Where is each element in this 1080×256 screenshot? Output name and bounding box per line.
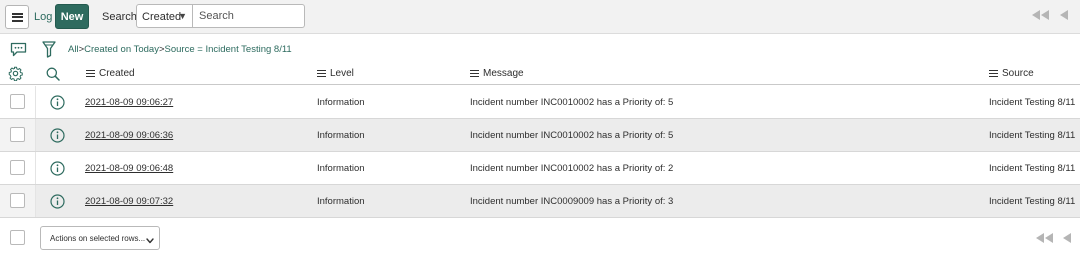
- table-row: 2021-08-09 09:06:27 Information Incident…: [0, 86, 1080, 119]
- filter-icon[interactable]: [42, 41, 56, 61]
- context-menu-button[interactable]: [5, 5, 29, 29]
- hamburger-icon: [11, 12, 23, 22]
- previous-page-icon[interactable]: [1063, 233, 1072, 246]
- new-button[interactable]: New: [55, 4, 89, 29]
- row-checkbox[interactable]: [10, 127, 25, 142]
- cell-message: Incident number INC0009009 has a Priorit…: [470, 196, 674, 207]
- cell-source: Incident Testing 8/11: [989, 97, 1076, 108]
- column-header-row: Created Level Message Source: [0, 63, 1080, 85]
- list-header: Log New Search Created ▼: [0, 0, 1080, 34]
- cell-message: Incident number INC0010002 has a Priorit…: [470, 97, 674, 108]
- info-icon[interactable]: [50, 95, 65, 113]
- row-select-cell: [0, 119, 36, 151]
- breadcrumb-filter-created[interactable]: Created on Today: [84, 44, 159, 55]
- breadcrumb-all[interactable]: All: [68, 44, 79, 55]
- list-title: Log: [34, 11, 53, 23]
- column-menu-icon[interactable]: [317, 70, 326, 77]
- row-checkbox[interactable]: [10, 193, 25, 208]
- table-body: 2021-08-09 09:06:27 Information Incident…: [0, 86, 1080, 218]
- previous-page-icon[interactable]: [1060, 10, 1069, 23]
- select-all-checkbox[interactable]: [10, 230, 25, 245]
- actions-select-value: Actions on selected rows...: [50, 234, 146, 243]
- info-icon[interactable]: [50, 161, 65, 179]
- row-checkbox[interactable]: [10, 160, 25, 175]
- cell-created[interactable]: 2021-08-09 09:07:32: [85, 196, 173, 207]
- search-field-value: Created: [142, 11, 182, 23]
- cell-message: Incident number INC0010002 has a Priorit…: [470, 130, 674, 141]
- cell-created[interactable]: 2021-08-09 09:06:36: [85, 130, 173, 141]
- filter-breadcrumb-row: All>Created on Today>Source = Incident T…: [0, 38, 1080, 62]
- chat-icon[interactable]: [10, 42, 27, 60]
- search-field-select[interactable]: Created ▼: [136, 4, 193, 28]
- column-label: Message: [483, 68, 524, 79]
- breadcrumb-filter-source[interactable]: Source = Incident Testing 8/11: [165, 44, 292, 55]
- column-menu-icon[interactable]: [86, 70, 95, 77]
- breadcrumb: All>Created on Today>Source = Incident T…: [68, 44, 292, 55]
- column-label: Created: [99, 68, 135, 79]
- cell-source: Incident Testing 8/11: [989, 163, 1076, 174]
- gear-icon[interactable]: [8, 66, 23, 84]
- column-label: Level: [330, 68, 354, 79]
- row-select-cell: [0, 86, 36, 118]
- table-row: 2021-08-09 09:06:48 Information Incident…: [0, 152, 1080, 185]
- table-row: 2021-08-09 09:07:32 Information Incident…: [0, 185, 1080, 218]
- first-page-icon[interactable]: [1032, 10, 1050, 23]
- column-label: Source: [1002, 68, 1034, 79]
- row-checkbox[interactable]: [10, 94, 25, 109]
- column-header-message[interactable]: Message: [470, 68, 524, 79]
- column-menu-icon[interactable]: [989, 70, 998, 77]
- list-footer: Actions on selected rows...: [0, 222, 1080, 256]
- cell-level: Information: [317, 130, 365, 141]
- column-header-created[interactable]: Created: [86, 68, 135, 79]
- column-header-source[interactable]: Source: [989, 68, 1034, 79]
- search-label: Search: [102, 11, 137, 23]
- info-icon[interactable]: [50, 194, 65, 212]
- chevron-down-icon: [146, 235, 154, 247]
- search-input[interactable]: [193, 4, 305, 28]
- row-select-cell: [0, 152, 36, 184]
- cell-source: Incident Testing 8/11: [989, 130, 1076, 141]
- cell-created[interactable]: 2021-08-09 09:06:48: [85, 163, 173, 174]
- cell-level: Information: [317, 97, 365, 108]
- cell-created[interactable]: 2021-08-09 09:06:27: [85, 97, 173, 108]
- cell-source: Incident Testing 8/11: [989, 196, 1076, 207]
- dropdown-caret-icon: ▼: [178, 11, 187, 21]
- actions-select[interactable]: Actions on selected rows...: [40, 226, 160, 250]
- row-select-cell: [0, 185, 36, 217]
- cell-message: Incident number INC0010002 has a Priorit…: [470, 163, 674, 174]
- magnifier-icon[interactable]: [46, 67, 60, 84]
- column-header-level[interactable]: Level: [317, 68, 354, 79]
- info-icon[interactable]: [50, 128, 65, 146]
- table-row: 2021-08-09 09:06:36 Information Incident…: [0, 119, 1080, 152]
- cell-level: Information: [317, 163, 365, 174]
- column-menu-icon[interactable]: [470, 70, 479, 77]
- first-page-icon[interactable]: [1036, 233, 1054, 246]
- cell-level: Information: [317, 196, 365, 207]
